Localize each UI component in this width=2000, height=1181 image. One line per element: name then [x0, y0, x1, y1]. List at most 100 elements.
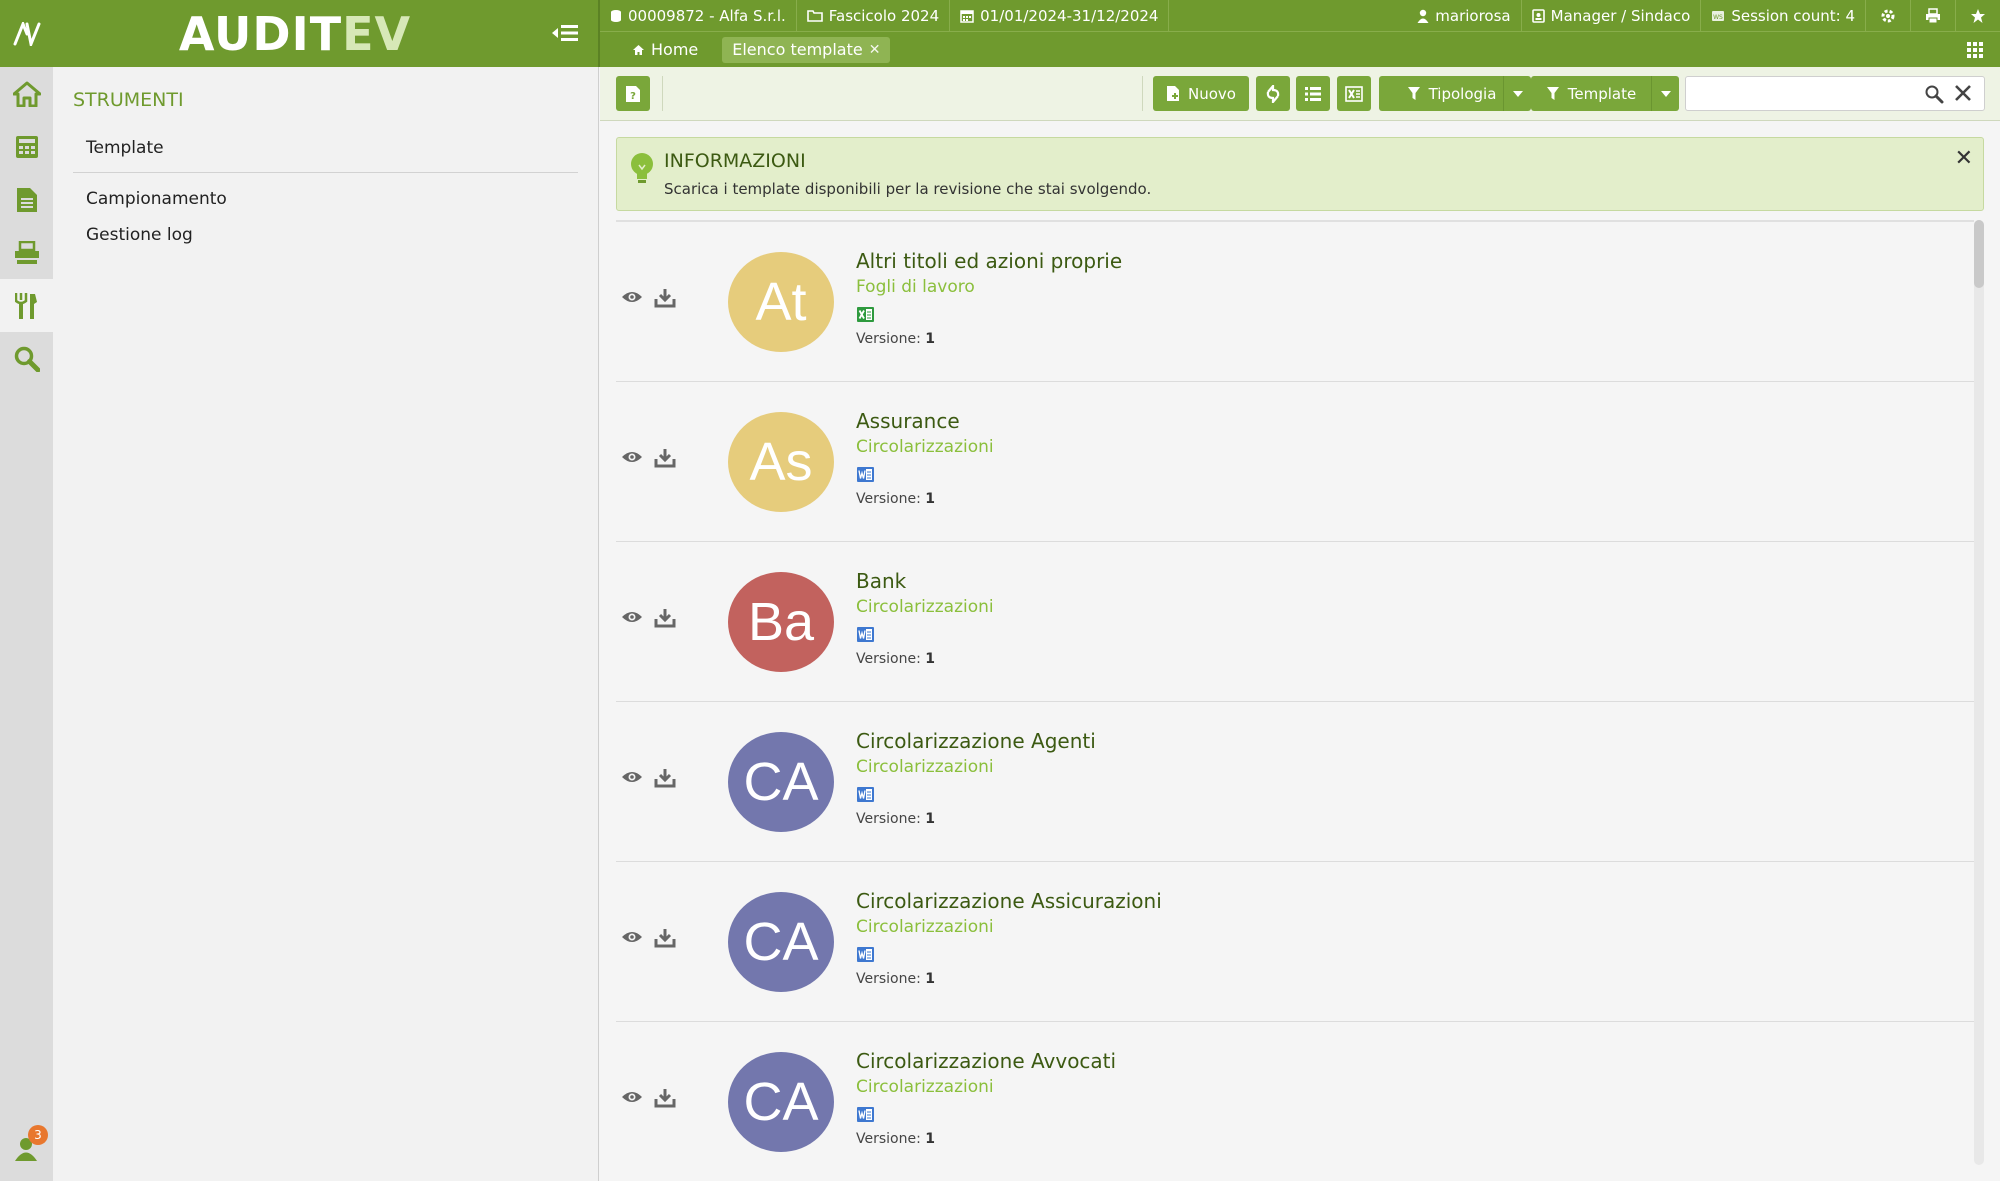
rail-calculator[interactable]: [0, 120, 53, 173]
tab-home[interactable]: Home: [622, 37, 708, 63]
excel-file-icon: [857, 306, 874, 327]
template-category[interactable]: Circolarizzazioni: [856, 597, 994, 617]
template-name[interactable]: Bank: [856, 569, 906, 593]
list-item[interactable]: As Assurance Circolarizzazioni Versione:…: [616, 382, 1974, 542]
settings-button[interactable]: [1866, 0, 1911, 31]
version-value: 1: [925, 651, 936, 667]
collapse-menu-button[interactable]: [548, 18, 582, 48]
preview-eye-icon[interactable]: [621, 289, 643, 309]
favorites-button[interactable]: [1956, 0, 2000, 31]
filter-template-button[interactable]: Template: [1531, 76, 1651, 111]
rail-user[interactable]: 3: [0, 1123, 53, 1173]
list-item[interactable]: CA Circolarizzazione Agenti Circolarizza…: [616, 702, 1974, 862]
template-version: Versione: 1: [856, 491, 935, 507]
filter-template-label: Template: [1567, 84, 1637, 103]
template-name[interactable]: Altri titoli ed azioni proprie: [856, 249, 1122, 273]
template-category[interactable]: Circolarizzazioni: [856, 757, 994, 777]
role-menu[interactable]: Manager / Sindaco: [1522, 0, 1702, 31]
menu-title: STRUMENTI: [73, 89, 184, 111]
user-label: mariorosa: [1435, 6, 1511, 25]
chevron-down-icon: [1512, 90, 1523, 97]
svg-text:?: ?: [630, 91, 636, 102]
download-icon[interactable]: [654, 608, 676, 632]
tab-active-label: Elenco template: [732, 40, 863, 59]
tab-elenco-template[interactable]: Elenco template ✕: [722, 36, 891, 63]
template-name[interactable]: Circolarizzazione Agenti: [856, 729, 1096, 753]
refresh-button[interactable]: [1256, 76, 1290, 111]
help-button[interactable]: ?: [616, 76, 650, 111]
template-category[interactable]: Circolarizzazioni: [856, 1077, 994, 1097]
client-selector[interactable]: 00009872 - Alfa S.r.l.: [600, 0, 797, 31]
word-file-icon: [857, 1106, 874, 1127]
preview-eye-icon[interactable]: [621, 449, 643, 469]
rail-print[interactable]: [0, 226, 53, 279]
template-name[interactable]: Circolarizzazione Avvocati: [856, 1049, 1116, 1073]
download-icon[interactable]: [654, 288, 676, 312]
menu-item-campionamento[interactable]: Campionamento: [86, 189, 227, 209]
home-icon: [12, 81, 41, 107]
user-menu[interactable]: mariorosa: [1407, 0, 1522, 31]
print-button[interactable]: [1911, 0, 1956, 31]
list-item[interactable]: At Altri titoli ed azioni proprie Fogli …: [616, 222, 1974, 382]
version-label: Versione:: [856, 971, 921, 987]
printer-icon: [1926, 7, 1940, 23]
version-label: Versione:: [856, 811, 921, 827]
rail-tools[interactable]: [0, 279, 53, 332]
app-logo-icon[interactable]: [0, 0, 53, 67]
apps-grid-button[interactable]: [1966, 40, 1986, 60]
new-button-label: Nuovo: [1188, 84, 1236, 103]
new-button[interactable]: Nuovo: [1153, 76, 1249, 111]
template-version: Versione: 1: [856, 651, 935, 667]
menu-item-gestione-log[interactable]: Gestione log: [86, 225, 193, 245]
star-icon: [1971, 8, 1985, 23]
dossier-selector[interactable]: Fascicolo 2024: [797, 0, 951, 31]
close-alert-icon[interactable]: ✕: [1955, 146, 1973, 171]
tab-home-label: Home: [651, 40, 699, 59]
preview-eye-icon[interactable]: [621, 929, 643, 949]
search-icon[interactable]: [1924, 84, 1944, 108]
list-view-button[interactable]: [1296, 76, 1330, 111]
list-scrollbar[interactable]: [1974, 220, 1984, 1165]
client-label: 00009872 - Alfa S.r.l.: [628, 6, 786, 25]
search-input[interactable]: [1694, 83, 1914, 105]
list-item[interactable]: CA Circolarizzazione Avvocati Circolariz…: [616, 1022, 1974, 1165]
menu-item-template[interactable]: Template: [86, 138, 164, 158]
help-document-icon: ?: [626, 85, 640, 102]
new-document-icon: [1167, 86, 1180, 101]
clear-search-icon[interactable]: [1954, 84, 1972, 106]
download-icon[interactable]: [654, 448, 676, 472]
template-name[interactable]: Assurance: [856, 409, 960, 433]
download-icon[interactable]: [654, 1088, 676, 1112]
export-excel-button[interactable]: [1337, 76, 1371, 111]
rail-search[interactable]: [0, 332, 53, 385]
period-selector[interactable]: 01/01/2024-31/12/2024: [950, 0, 1170, 31]
download-icon[interactable]: [654, 928, 676, 952]
filter-type-label: Tipologia: [1428, 84, 1497, 103]
template-name[interactable]: Circolarizzazione Assicurazioni: [856, 889, 1162, 913]
template-category[interactable]: Circolarizzazioni: [856, 917, 994, 937]
filter-template-dropdown[interactable]: [1651, 76, 1679, 111]
preview-eye-icon[interactable]: [621, 1089, 643, 1109]
brand-logo[interactable]: AUDIT EV: [170, 6, 420, 61]
role-label: Manager / Sindaco: [1550, 6, 1691, 25]
rail-documents[interactable]: [0, 173, 53, 226]
top-header: AUDIT EV 00009872 - Alfa S.r.l. Fascicolo…: [0, 0, 2000, 67]
filter-type-dropdown[interactable]: [1503, 76, 1531, 111]
template-category[interactable]: Circolarizzazioni: [856, 437, 994, 457]
preview-eye-icon[interactable]: [621, 609, 643, 629]
version-label: Versione:: [856, 491, 921, 507]
list-item[interactable]: Ba Bank Circolarizzazioni Versione: 1: [616, 542, 1974, 702]
magnifier-icon: [14, 346, 40, 372]
template-category[interactable]: Fogli di lavoro: [856, 277, 975, 297]
preview-eye-icon[interactable]: [621, 769, 643, 789]
scrollbar-thumb[interactable]: [1974, 220, 1984, 288]
list-item[interactable]: CA Circolarizzazione Assicurazioni Circo…: [616, 862, 1974, 1022]
download-icon[interactable]: [654, 768, 676, 792]
close-tab-icon[interactable]: ✕: [869, 42, 881, 58]
user-icon: [1417, 9, 1429, 23]
avatar: Ba: [728, 572, 834, 672]
word-file-icon: [857, 626, 874, 647]
rail-home[interactable]: [0, 67, 53, 120]
avatar: CA: [728, 892, 834, 992]
list-icon: [1305, 86, 1321, 101]
